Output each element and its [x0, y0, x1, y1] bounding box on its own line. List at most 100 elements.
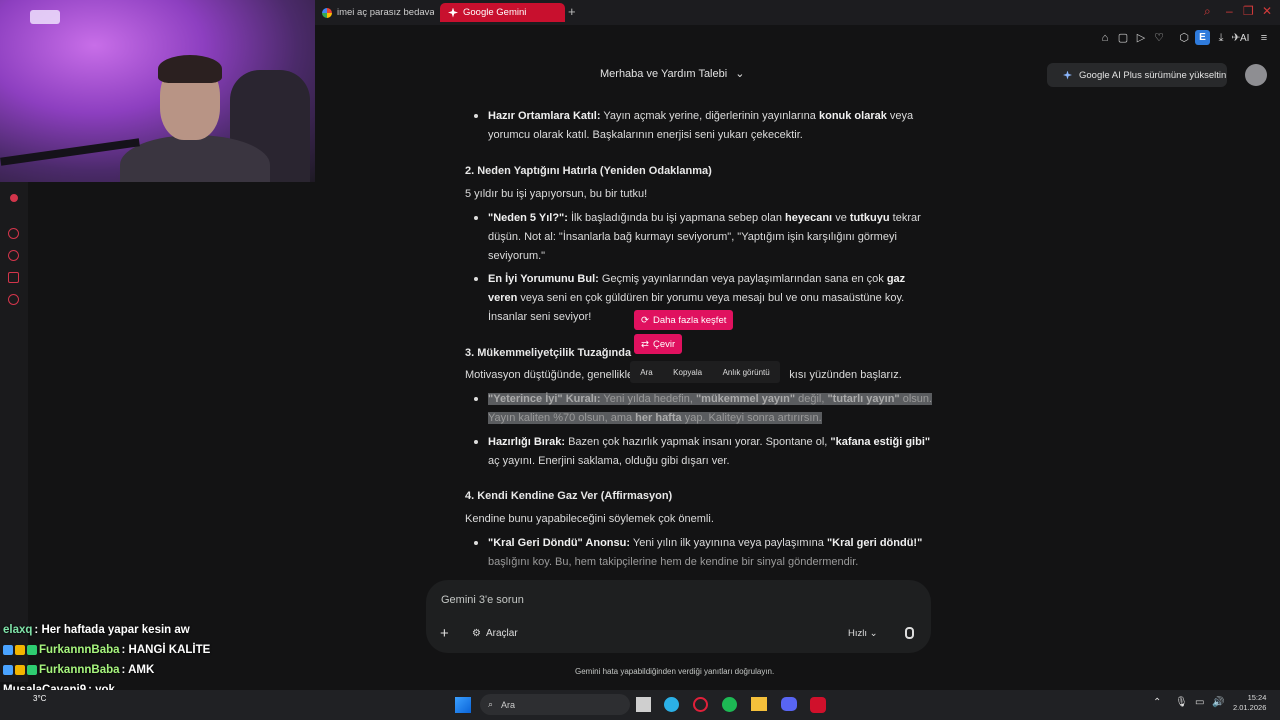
translate-icon: ⇄ [641, 338, 649, 350]
bullet-text: değil, [798, 393, 825, 405]
upgrade-button[interactable]: Google AI Plus sürümüne yükseltin [1047, 63, 1227, 87]
avatar[interactable] [1245, 64, 1267, 86]
list-item: "Neden 5 Yıl?": İlk başladığında bu işi … [474, 209, 933, 266]
bullet-text: Bazen çok hazırlık yapmak insanı yorar. … [568, 436, 828, 448]
volume-icon[interactable]: 🔊 [1212, 697, 1224, 708]
paragraph-text: Motivasyon düştüğünde, genellikle [465, 369, 634, 381]
model-speed-select[interactable]: Hızlı ⌄ [848, 628, 878, 639]
prompt-input[interactable]: Gemini 3'e sorun [441, 594, 524, 606]
chat-badge-icon [27, 645, 37, 655]
extension-e-icon[interactable]: E [1195, 30, 1210, 45]
bullet-bold: her hafta [635, 412, 682, 424]
weather-temp: 3°C [33, 694, 47, 703]
list-item: Hazır Ortamlara Katıl: Yayın açmak yerin… [474, 107, 933, 145]
close-icon[interactable]: ✕ [1262, 4, 1272, 18]
gemini-icon [448, 7, 458, 18]
conversation-title-text: Merhaba ve Yardım Talebi [600, 67, 728, 80]
settings-icon[interactable] [8, 294, 19, 305]
network-icon[interactable]: ▭ [1195, 697, 1204, 708]
bullet-title: "Neden 5 Yıl?": [488, 212, 568, 224]
discover-icon: ⟳ [641, 314, 649, 326]
bullet-bold: heyecanı [785, 212, 833, 224]
list-item: "Kral Geri Döndü" Anonsu: Yeni yılın ilk… [474, 534, 933, 572]
notification-icon[interactable] [10, 194, 18, 202]
bullet-title: En İyi Yorumunu Bul: [488, 273, 599, 285]
heart-icon[interactable]: ♡ [1153, 32, 1165, 44]
tab-search[interactable]: imei aç parasız bedava öğ [314, 3, 434, 22]
tools-label: Araçlar [485, 628, 518, 639]
bullet-title: "Kral Geri Döndü" Anonsu: [488, 537, 631, 549]
play-icon[interactable]: ▷ [1135, 32, 1147, 44]
bullet-title: Hazırlığı Bırak: [488, 436, 566, 448]
add-icon[interactable]: + [440, 625, 449, 642]
opera-icon[interactable] [693, 697, 708, 712]
maximize-icon[interactable]: ❐ [1243, 4, 1254, 18]
edge-icon[interactable] [664, 697, 679, 712]
chat-badge-icon [3, 665, 13, 675]
bullet-text: İlk başladığında bu işi yapmana sebep ol… [570, 212, 782, 224]
microphone-icon[interactable] [905, 627, 914, 639]
google-icon [322, 7, 332, 18]
gemini-apps-icon[interactable] [8, 228, 19, 239]
chat-badge-icon [3, 645, 13, 655]
bullet-text: yap. Kaliteyi sonra artırırsın. [684, 412, 822, 424]
translate-label: Çevir [652, 338, 676, 350]
chat-text: : AMK [121, 664, 155, 676]
conversation-title[interactable]: Merhaba ve Yardım Talebi ⌄ [600, 67, 745, 81]
taskbar-search[interactable]: ⌕ Ara [480, 694, 630, 715]
screenshot-icon[interactable]: ▢ [1117, 32, 1129, 44]
folder-icon[interactable] [751, 697, 767, 711]
opera-gx-icon[interactable] [810, 697, 826, 713]
tab-gemini[interactable]: Google Gemini [440, 3, 565, 22]
search-icon[interactable]: ⌕ [1204, 4, 1211, 19]
chevron-up-icon[interactable]: ⌃ [1153, 697, 1161, 708]
section-heading: 4. Kendi Kendine Gaz Ver (Affirmasyon) [465, 490, 673, 502]
chat-text: : Her haftada yapar kesin aw [34, 624, 190, 636]
selection-toolbar: Ara Kopyala Anlık görüntü [630, 361, 780, 383]
chat-message: FurkannnBaba : AMK [3, 660, 283, 680]
taskbar-search-label: Ara [501, 699, 516, 710]
microphone-tray-icon[interactable]: 🎙 [1175, 697, 1188, 708]
history-icon[interactable] [8, 250, 19, 261]
search-icon: ⌕ [488, 699, 494, 709]
bullet-text: Yeni yılda hedefin, [603, 393, 693, 405]
task-view-icon[interactable] [636, 697, 651, 712]
tab-label: imei aç parasız bedava öğ [337, 7, 434, 18]
spotify-icon[interactable] [722, 697, 737, 712]
bookmark-icon[interactable]: ⌂ [1099, 32, 1111, 44]
snapshot-action[interactable]: Anlık görüntü [723, 368, 770, 377]
chat-username: FurkannnBaba [39, 664, 120, 676]
taskbar-clock[interactable]: 15:24 2.01.2026 [1233, 693, 1266, 713]
chat-badge-icon [27, 665, 37, 675]
translate-button[interactable]: ⇄ Çevir [634, 334, 683, 354]
bullet-text: Yeni yılın ilk yayınına veya paylaşımına [632, 537, 824, 549]
discover-more-button[interactable]: ⟳ Daha fazla keşfet [634, 310, 734, 330]
windows-start-icon[interactable] [455, 697, 471, 713]
new-tab-button[interactable]: + [568, 4, 576, 19]
chat-username: elaxq [3, 624, 33, 636]
extensions-icon[interactable]: ⬡ [1178, 32, 1190, 44]
ai-label[interactable]: AI [1240, 33, 1249, 44]
chevron-down-icon: ⌄ [735, 68, 745, 80]
prompt-box [426, 580, 931, 653]
download-icon[interactable]: ⤓ [1215, 32, 1227, 44]
bullet-bold: "tutarlı yayın" [827, 393, 900, 405]
selected-text: "Yeterince İyi" Kuralı: Yeni yılda hedef… [488, 393, 933, 424]
send-icon[interactable] [8, 272, 19, 283]
discord-icon[interactable] [781, 697, 797, 711]
tools-icon: ⚙ [472, 628, 481, 639]
bullet-bold: "kafana estiği gibi" [830, 436, 931, 448]
minimize-icon[interactable]: – [1226, 4, 1233, 18]
chat-badge-icon [15, 645, 25, 655]
chat-message: elaxq : Her haftada yapar kesin aw [3, 620, 283, 640]
disclaimer: Gemini hata yapabildiğinden verdiği yanı… [575, 667, 775, 676]
menu-icon[interactable]: ≡ [1258, 32, 1270, 44]
list-item-selected: "Yeterince İyi" Kuralı: Yeni yılda hedef… [474, 390, 933, 428]
chat-text: : HANGİ KALİTE [121, 644, 211, 656]
copy-action[interactable]: Kopyala [673, 368, 702, 377]
bullet-bold: konuk olarak [818, 110, 887, 122]
search-action[interactable]: Ara [640, 368, 652, 377]
tools-button[interactable]: ⚙ Araçlar [472, 628, 518, 639]
list-item: Hazırlığı Bırak: Bazen çok hazırlık yapm… [474, 433, 933, 471]
bullet-bold: tutkuyu [849, 212, 890, 224]
